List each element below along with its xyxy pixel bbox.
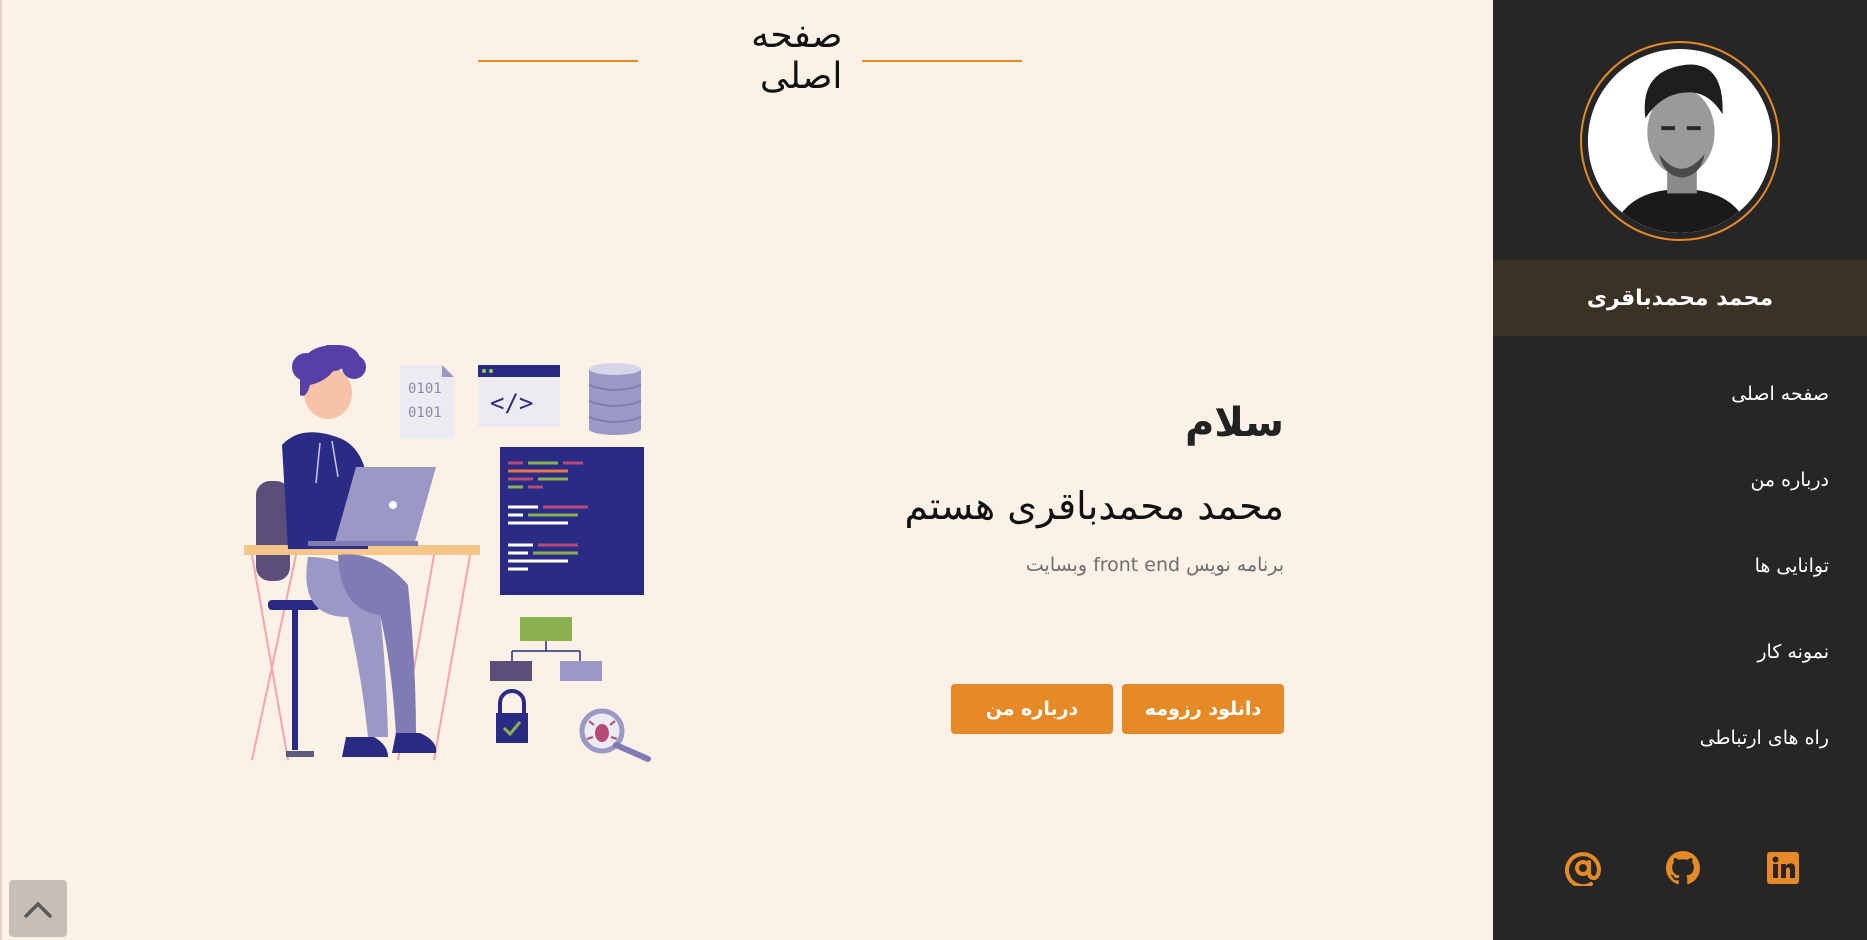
flowchart-icon [490, 617, 602, 681]
hero-role: برنامه نویس front end وبسایت [1025, 554, 1284, 576]
database-icon [588, 363, 642, 435]
title-line-left [478, 60, 638, 62]
binary-file-icon: 0101 0101 [400, 365, 454, 439]
email-icon[interactable] [1565, 850, 1601, 886]
profile-photo [1588, 49, 1772, 233]
lock-icon [496, 689, 528, 743]
download-resume-button[interactable]: دانلود رزومه [1122, 684, 1284, 734]
sidebar-name-bar: محمد محمدباقری [1493, 260, 1867, 336]
bug-search-icon [579, 708, 651, 762]
code-panel [500, 447, 644, 595]
title-line-right [862, 60, 1022, 62]
scroll-to-top-button[interactable] [9, 880, 67, 937]
developer-illustration: 0101 0101 </> [244, 345, 651, 762]
chevron-up-icon [24, 901, 52, 918]
binary-text-2: 0101 [408, 405, 442, 421]
sidebar-name: محمد محمدباقری [1586, 285, 1774, 311]
nav-item-skills[interactable]: توانایی ها [1700, 546, 1829, 632]
sidebar: محمد محمدباقری صفحه اصلی درباره من توانا… [1493, 0, 1867, 940]
binary-text-1: 0101 [408, 381, 442, 397]
hero-buttons: دانلود رزومه درباره من [951, 684, 1284, 734]
page-title-header: صفحه اصلی [478, 15, 1022, 97]
code-tag-text: </> [490, 389, 533, 417]
avatar-ring [1580, 41, 1780, 241]
social-links [1565, 850, 1801, 886]
nav-item-portfolio[interactable]: نمونه کار [1700, 632, 1829, 718]
github-icon[interactable] [1665, 850, 1701, 886]
about-me-button[interactable]: درباره من [951, 684, 1113, 734]
nav-item-about[interactable]: درباره من [1700, 460, 1829, 546]
sidebar-nav: صفحه اصلی درباره من توانایی ها نمونه کار… [1700, 374, 1829, 804]
main-content: صفحه اصلی سلام محمد محمدباقری هستم برنام… [0, 0, 1493, 940]
nav-item-home[interactable]: صفحه اصلی [1700, 374, 1829, 460]
greeting: سلام [1184, 400, 1284, 446]
hero-text: سلام محمد محمدباقری هستم برنامه نویس fro… [724, 396, 1284, 576]
hero-name: محمد محمدباقری هستم [904, 484, 1284, 528]
nav-item-contact[interactable]: راه های ارتباطی [1700, 718, 1829, 804]
linkedin-icon[interactable] [1765, 850, 1801, 886]
code-window-icon: </> [478, 365, 560, 427]
page-title: صفحه اصلی [751, 15, 843, 97]
avatar [1588, 49, 1772, 233]
